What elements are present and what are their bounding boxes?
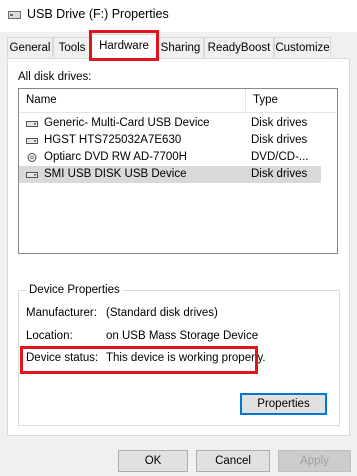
cancel-button[interactable]: Cancel <box>196 450 270 472</box>
list-item-selected[interactable]: SMI USB DISK USB Device Disk drives <box>19 166 321 183</box>
device-status-highlight <box>20 346 258 374</box>
disk-drive-list[interactable]: Name Type Generic- Multi-Card USB Device… <box>18 88 338 254</box>
tab-strip: General Tools Hardware Sharing ReadyBoos… <box>0 33 357 59</box>
dvd-drive-icon <box>27 153 37 162</box>
tab-customize[interactable]: Customize <box>274 37 331 57</box>
column-header-type[interactable]: Type <box>246 89 326 112</box>
manufacturer-label: Manufacturer: <box>26 307 97 319</box>
list-header: Name Type <box>19 89 337 113</box>
disk-drive-icon <box>26 138 38 144</box>
column-header-name[interactable]: Name <box>19 89 246 112</box>
title-bar: USB Drive (F:) Properties <box>0 0 357 32</box>
tab-tools[interactable]: Tools <box>53 37 91 57</box>
hardware-tab-highlight <box>89 30 159 61</box>
tab-sharing[interactable]: Sharing <box>157 37 204 57</box>
location-label: Location: <box>26 330 73 342</box>
tab-readyboost[interactable]: ReadyBoost <box>204 37 274 57</box>
disk-drive-icon <box>26 121 38 127</box>
all-disk-drives-label: All disk drives: <box>18 71 92 83</box>
list-item[interactable]: Generic- Multi-Card USB Device Disk driv… <box>19 115 321 132</box>
window-title: USB Drive (F:) Properties <box>27 7 169 21</box>
device-properties-title: Device Properties <box>26 284 123 296</box>
properties-button[interactable]: Properties <box>240 393 327 415</box>
list-item[interactable]: HGST HTS725032A7E630 Disk drives <box>19 132 321 149</box>
apply-button[interactable]: Apply <box>278 450 351 472</box>
disk-drive-icon <box>26 172 38 178</box>
list-item[interactable]: Optiarc DVD RW AD-7700H DVD/CD-... <box>19 149 321 166</box>
location-value: on USB Mass Storage Device <box>106 330 259 342</box>
ok-button[interactable]: OK <box>118 450 188 472</box>
usb-drive-icon <box>8 11 21 19</box>
tab-general[interactable]: General <box>7 37 53 57</box>
manufacturer-value: (Standard disk drives) <box>106 307 218 319</box>
